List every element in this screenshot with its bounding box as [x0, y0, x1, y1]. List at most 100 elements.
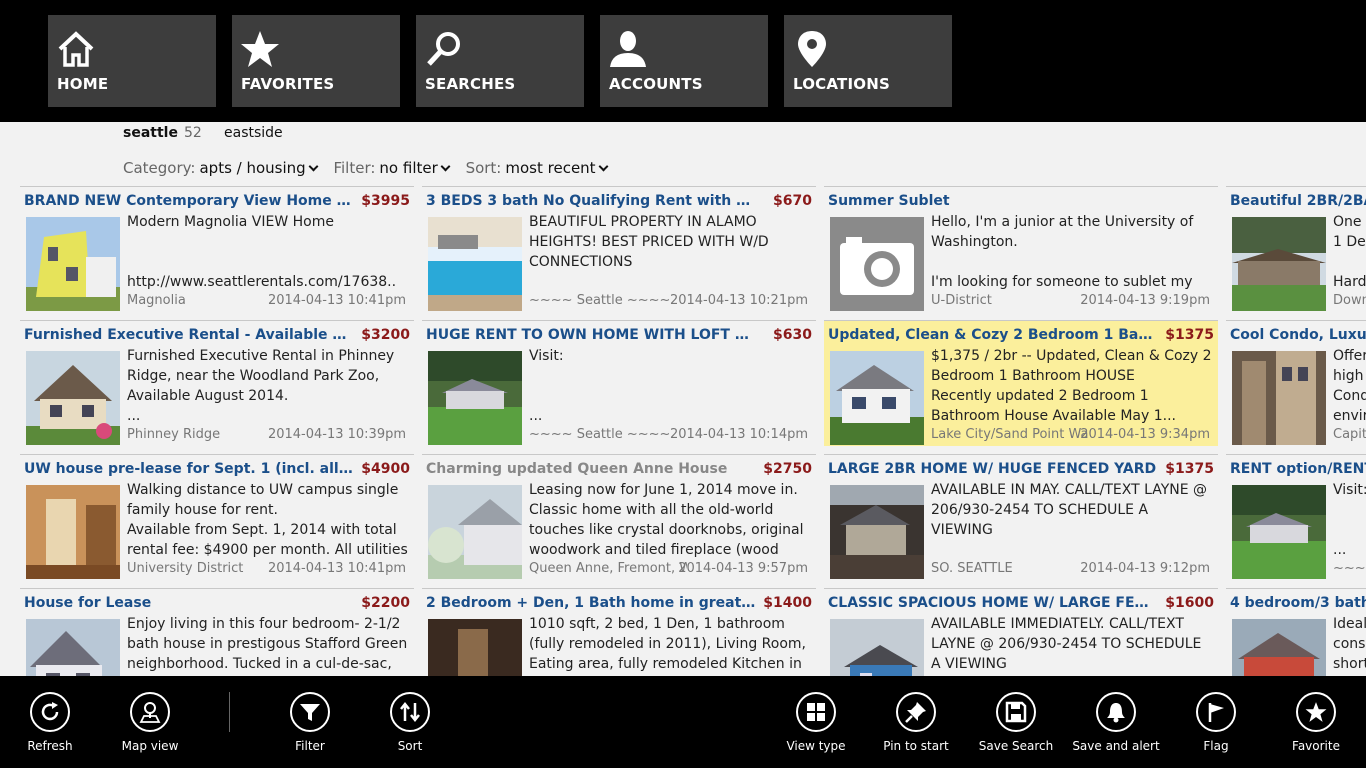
listing-description: BEAUTIFUL PROPERTY IN ALAMO HEIGHTS! BES… — [529, 212, 812, 294]
listing-date: 2014-04-13 10:41pm — [267, 561, 406, 576]
filter-dropdown[interactable]: no filter — [379, 159, 451, 177]
location-tab-eastside[interactable]: eastside — [224, 125, 283, 141]
listing-area: Lake City/Sand Point Wa — [931, 427, 1089, 442]
refresh-icon — [30, 692, 70, 732]
listing-description: Visit: ... — [529, 346, 812, 428]
listing-card[interactable]: CLASSIC SPACIOUS HOME W/ LARGE FENCED...… — [824, 588, 1218, 676]
description-line: Offere — [1333, 348, 1366, 364]
map-view-button[interactable]: Map view — [105, 692, 195, 753]
description-line — [529, 366, 812, 386]
star-icon — [1296, 692, 1336, 732]
listing-area: Phinney Ridge — [127, 427, 221, 442]
listing-date: 2014-04-13 9:19pm — [1080, 293, 1210, 308]
description-line: I'm looking for someone to sublet my roo… — [931, 274, 1193, 290]
description-line — [529, 386, 812, 406]
app-bar-label: Favorite — [1292, 739, 1340, 753]
app-bar-label: Sort — [397, 739, 423, 753]
pin-to-start-button[interactable]: Pin to start — [871, 692, 961, 753]
app-bar-separator — [229, 692, 230, 732]
listing-card[interactable]: LARGE 2BR HOME W/ HUGE FENCED YARD $1375 A… — [824, 454, 1218, 580]
listing-price: $4900 — [361, 461, 410, 477]
app-bar-label: Save and alert — [1072, 739, 1160, 753]
category-dropdown[interactable]: apts / housing — [199, 159, 319, 177]
listing-area: Down — [1333, 293, 1366, 308]
flag-button[interactable]: Flag — [1171, 692, 1261, 753]
listing-description: $1,375 / 2br -- Updated, Clean & Cozy 2 … — [931, 346, 1214, 428]
save-search-button[interactable]: Save Search — [971, 692, 1061, 753]
listing-card[interactable]: 3 BEDS 3 bath No Qualifying Rent with Op… — [422, 186, 816, 312]
app-bar-label: Save Search — [978, 739, 1054, 753]
listing-price: $3200 — [361, 327, 410, 343]
description-line: Condo — [1333, 388, 1366, 404]
nav-tile-home[interactable]: HOME — [48, 15, 216, 107]
location-count: 52 — [183, 125, 202, 141]
category-value: apts / housing — [199, 159, 306, 177]
listing-card[interactable]: BRAND NEW Contemporary View Home w/Roof.… — [20, 186, 414, 312]
listing-thumbnail — [428, 351, 522, 445]
nav-tile-accounts[interactable]: ACCOUNTS — [600, 15, 768, 107]
nav-tile-favorites[interactable]: FAVORITES — [232, 15, 400, 107]
listing-thumbnail — [830, 351, 924, 445]
listing-title: 2 Bedroom + Den, 1 Bath home in great qu… — [426, 595, 756, 611]
location-tabs: seattle 52 eastside — [123, 125, 283, 141]
description-line: Recently updated 2 Bedroom 1 Bathroom Ho… — [931, 388, 1177, 424]
listing-card[interactable]: UW house pre-lease for Sept. 1 (incl. al… — [20, 454, 414, 580]
listing-description: Hello, I'm a junior at the University of… — [931, 212, 1214, 294]
listing-thumbnail — [1232, 485, 1326, 579]
listing-card[interactable]: Updated, Clean & Cozy 2 Bedroom 1 Bathro… — [824, 320, 1218, 446]
listing-date: 2014-04-13 10:39pm — [267, 427, 406, 442]
listing-thumbnail — [1232, 619, 1326, 676]
chevron-down-icon — [598, 161, 609, 172]
listing-description: AVAILABLE IMMEDIATELY. CALL/TEXT LAYNE @… — [931, 614, 1214, 676]
description-line: Ideall — [1333, 616, 1366, 632]
view-type-button[interactable]: View type — [771, 692, 861, 753]
description-line — [1333, 520, 1366, 540]
nav-tile-searches[interactable]: SEARCHES — [416, 15, 584, 107]
listing-card[interactable]: Cool Condo, Luxury Offere high c Condo envir… — [1226, 320, 1366, 446]
listing-date: 2014-04-13 10:41pm — [267, 293, 406, 308]
description-line: ... — [529, 408, 543, 424]
chevron-down-icon — [308, 161, 319, 172]
save-and-alert-button[interactable]: Save and alert — [1071, 692, 1161, 753]
sort-dropdown[interactable]: most recent — [505, 159, 609, 177]
nav-tile-label: FAVORITES — [241, 75, 335, 93]
location-tab-seattle[interactable]: seattle — [123, 125, 178, 141]
nav-tile-label: SEARCHES — [425, 75, 516, 93]
listing-card[interactable]: RENT option/RENT TVisit: ...~~~~ — [1226, 454, 1366, 580]
listing-date: 2014-04-13 9:34pm — [1080, 427, 1210, 442]
listing-card[interactable]: Beautiful 2BR/2BA/1 One s 1 Den Hard Down — [1226, 186, 1366, 312]
listing-area: ~~~~ Seattle ~~~~ — [529, 293, 671, 308]
bell-icon — [1096, 692, 1136, 732]
description-line: ... — [1333, 542, 1347, 558]
listing-title: BRAND NEW Contemporary View Home w/Roof.… — [24, 193, 354, 209]
sort-value: most recent — [505, 159, 596, 177]
sort-button[interactable]: Sort — [365, 692, 455, 753]
listing-thumbnail — [830, 485, 924, 579]
listing-date: 2014-04-13 10:21pm — [669, 293, 808, 308]
app-bar-label: Filter — [295, 739, 325, 753]
listing-card[interactable]: 2 Bedroom + Den, 1 Bath home in great qu… — [422, 588, 816, 676]
listing-thumbnail — [1232, 217, 1326, 311]
listing-area: Queen Anne, Fremont, W — [529, 561, 687, 576]
description-line: Visit: — [529, 348, 564, 364]
filter-button[interactable]: Filter — [265, 692, 355, 753]
listing-card[interactable]: 4 bedroom/3 bath h Ideall consid shorte — [1226, 588, 1366, 676]
listing-thumbnail — [26, 217, 120, 311]
description-line: enviro — [1333, 408, 1366, 424]
listing-card[interactable]: HUGE RENT TO OWN HOME WITH LOFT AND... $6… — [422, 320, 816, 446]
listing-description: Ideall consid shorte — [1333, 614, 1366, 676]
listing-card[interactable]: House for Lease $2200 Enjoy living in this… — [20, 588, 414, 676]
listing-card[interactable]: Charming updated Queen Anne House $2750 Le… — [422, 454, 816, 580]
filter-label: Filter: — [333, 159, 376, 177]
listing-description: Modern Magnolia VIEW Home http://www.sea… — [127, 212, 410, 294]
filter-icon — [290, 692, 330, 732]
nav-tile-locations[interactable]: LOCATIONS — [784, 15, 952, 107]
listing-card[interactable]: Summer Sublet Hello, I'm a junior at the … — [824, 186, 1218, 312]
refresh-button[interactable]: Refresh — [5, 692, 95, 753]
listing-area: U-District — [931, 293, 992, 308]
favorite-button[interactable]: Favorite — [1271, 692, 1361, 753]
listing-title: LARGE 2BR HOME W/ HUGE FENCED YARD — [828, 461, 1157, 477]
listing-description: Walking distance to UW campus single fam… — [127, 480, 410, 562]
listing-area: ~~~~ Seattle ~~~~ — [529, 427, 671, 442]
listing-card[interactable]: Furnished Executive Rental - Available A… — [20, 320, 414, 446]
